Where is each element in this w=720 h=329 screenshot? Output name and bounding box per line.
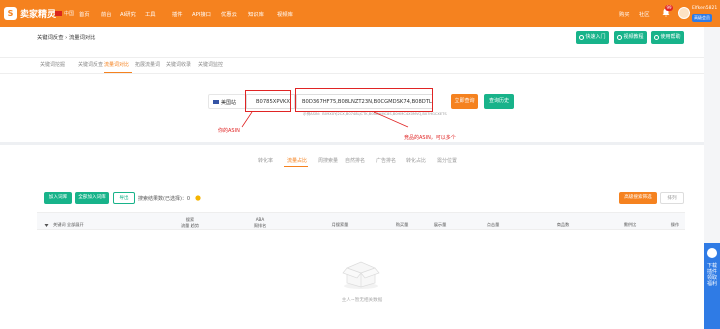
buy-link[interactable]: 购买	[619, 10, 630, 18]
data-tab-position[interactable]: 需分位置	[437, 157, 457, 164]
tab-traffic-expand[interactable]: 拓展流量词	[135, 61, 160, 68]
col-traffic[interactable]: 搜索 流量 趋势	[178, 217, 202, 228]
expand-caret-icon[interactable]	[44, 223, 49, 228]
col-actions: 操作	[670, 222, 680, 227]
add-keyword-button[interactable]: 加入词库	[44, 192, 72, 204]
tab-keyword-reverse[interactable]: 关键词反查	[78, 61, 103, 68]
username[interactable]: Elfken5821	[692, 6, 717, 11]
brand-name: 卖家精灵	[20, 10, 57, 20]
col-purchases[interactable]: 购买量	[390, 222, 414, 228]
notification-badge: 99	[665, 5, 673, 11]
vip-badge: 高级会员	[692, 14, 712, 22]
quick-start-label: 快速入门	[585, 34, 606, 40]
competitor-highlight-box	[295, 88, 433, 112]
annotation-competitor-asin: 竞品的ASIN，可以多个	[404, 135, 456, 141]
col-keyword[interactable]: 关键词 全部展开	[53, 222, 84, 228]
tab-traffic-compare[interactable]: 流量词对比	[104, 61, 129, 68]
region-label[interactable]: 中国	[64, 10, 74, 17]
advanced-filter-button[interactable]: 高级搜索筛选	[619, 192, 657, 204]
nav-ai[interactable]: AI研究	[120, 10, 136, 18]
tab-keyword-mining[interactable]: 关键词挖掘	[40, 61, 65, 68]
video-tutorial-label: 视频教程	[623, 34, 644, 40]
help-label: 使用帮助	[660, 34, 681, 40]
data-tab-weekly-search[interactable]: 周搜索量	[318, 157, 338, 164]
breadcrumb: 关键词反查 › 流量词对比	[37, 35, 96, 41]
query-button[interactable]: 立即查询	[451, 94, 478, 109]
table-header	[37, 212, 685, 230]
export-button[interactable]: 导出	[113, 192, 135, 204]
col-clicks[interactable]: 点击量	[481, 222, 505, 228]
help-tip-icon[interactable]	[195, 195, 201, 201]
logo-icon: S	[4, 7, 17, 20]
active-tab-indicator	[104, 72, 132, 73]
data-tab-ad-rank[interactable]: 广告排名	[376, 157, 396, 164]
col-aba-rank[interactable]: ABA 周排名	[248, 217, 272, 228]
empty-box-icon	[342, 261, 380, 289]
quick-start-button[interactable]: 快速入门	[576, 31, 609, 44]
data-tab-conversion[interactable]: 转化率	[258, 157, 273, 164]
brand-logo[interactable]: S 卖家精灵	[4, 7, 56, 20]
help-icon	[654, 35, 660, 40]
asin-highlight-box	[245, 90, 291, 112]
avatar[interactable]	[678, 7, 690, 19]
cn-flag-icon	[55, 11, 62, 16]
arrow-my-asin-icon	[241, 111, 253, 128]
add-all-button[interactable]: 全部加入词库	[75, 192, 109, 204]
sort-label: 排列	[667, 196, 677, 201]
marketplace-label: 美国站	[221, 100, 237, 106]
tab-keyword-index[interactable]: 关键词收录	[166, 61, 191, 68]
col-monthly-search[interactable]: 月搜索量	[328, 222, 352, 228]
nav-plugin[interactable]: 插件	[172, 10, 183, 18]
annotation-my-asin: 你的ASIN	[218, 128, 240, 134]
video-icon	[617, 35, 623, 40]
help-button[interactable]: 使用帮助	[651, 31, 684, 44]
marketplace-select[interactable]: 美国站	[208, 94, 246, 109]
empty-message: 主人~暂无相关数据	[341, 298, 383, 303]
export-label: 导出	[119, 196, 129, 201]
col-supply-demand[interactable]: 需供比	[618, 222, 642, 228]
data-tab-organic-rank[interactable]: 自然排名	[345, 157, 365, 164]
nav-video[interactable]: 视频库	[277, 10, 293, 18]
sort-button[interactable]: 排列	[660, 192, 684, 204]
data-tab-conversion-share[interactable]: 转化占比	[406, 157, 426, 164]
col-products[interactable]: 商品数	[551, 222, 575, 228]
us-flag-icon	[213, 100, 219, 104]
top-navbar: S 卖家精灵 中国 首页 前台 AI研究 工具 插件 API接口 优惠云 知识库…	[0, 0, 720, 27]
col-impressions[interactable]: 展示量	[428, 222, 452, 228]
play-icon	[579, 35, 585, 40]
video-tutorial-button[interactable]: 视频教程	[614, 31, 647, 44]
active-data-tab-indicator	[284, 166, 308, 167]
community-link[interactable]: 社区	[639, 10, 650, 18]
nav-cloud[interactable]: 优惠云	[221, 10, 237, 18]
nav-tools[interactable]: 工具	[145, 10, 156, 18]
nav-api[interactable]: API接口	[192, 10, 211, 18]
tab-keyword-monitor[interactable]: 关键词监控	[198, 61, 223, 68]
nav-front[interactable]: 前台	[101, 10, 112, 18]
widget-logo-icon	[707, 248, 717, 258]
nav-home[interactable]: 首页	[79, 10, 90, 18]
nav-knowledge[interactable]: 知识库	[248, 10, 264, 18]
side-widget-text: 下载插件 领取福利	[707, 263, 718, 287]
plugin-side-widget[interactable]: 下载插件 领取福利	[704, 243, 720, 329]
data-tab-traffic-share[interactable]: 流量占比	[287, 157, 307, 164]
arrow-competitor-icon	[373, 111, 409, 128]
right-gutter	[704, 27, 720, 243]
history-button[interactable]: 查询历史	[484, 94, 514, 109]
selection-count: 搜索结果数(已选择)：0	[138, 196, 191, 202]
